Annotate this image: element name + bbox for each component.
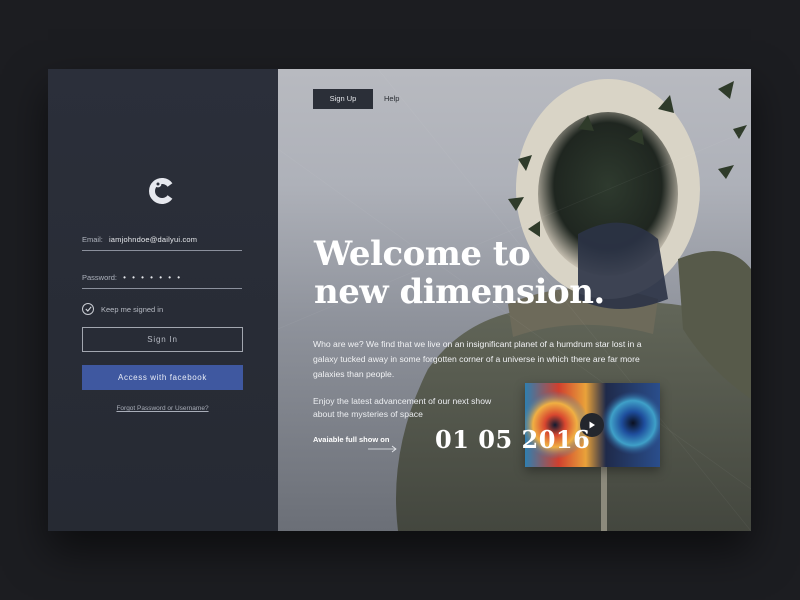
facebook-login-button[interactable]: Access with facebook bbox=[82, 365, 243, 390]
login-card: Email: iamjohndoe@dailyui.com Password: … bbox=[48, 69, 751, 531]
login-panel: Email: iamjohndoe@dailyui.com Password: … bbox=[48, 69, 278, 531]
forgot-password-link[interactable]: Forgot Password or Username? bbox=[82, 405, 243, 412]
show-date: 01 05 2016 bbox=[435, 425, 591, 454]
email-value: iamjohndoe@dailyui.com bbox=[108, 235, 198, 244]
available-show-link[interactable]: Avaiable full show on bbox=[313, 435, 389, 444]
intro-paragraph: Who are we? We find that we live on an i… bbox=[313, 339, 642, 379]
sign-in-button[interactable]: Sign In bbox=[82, 327, 243, 352]
keep-signed-in-label: Keep me signed in bbox=[101, 304, 164, 314]
latest-show-text: Enjoy the latest advancement of our next… bbox=[313, 396, 492, 419]
password-label: Password: bbox=[82, 273, 118, 282]
password-value: • • • • • • • bbox=[123, 273, 183, 282]
check-icon bbox=[82, 303, 94, 315]
hero-headline: Welcome to new dimension. bbox=[314, 235, 654, 311]
arrow-right-icon bbox=[368, 445, 397, 453]
email-field[interactable]: Email: iamjohndoe@dailyui.com bbox=[82, 230, 242, 251]
email-label: Email: bbox=[82, 235, 103, 244]
password-field[interactable]: Password: • • • • • • • bbox=[82, 268, 242, 289]
sign-up-button[interactable]: Sign Up bbox=[313, 89, 373, 109]
help-link[interactable]: Help bbox=[384, 89, 399, 109]
keep-signed-in-checkbox[interactable]: Keep me signed in bbox=[82, 303, 163, 315]
headline-line-1: Welcome to bbox=[314, 234, 531, 274]
c-logo-icon bbox=[149, 178, 173, 204]
hero-panel: Sign Up Help Welcome to new dimension. W… bbox=[278, 69, 751, 531]
headline-line-2: new dimension. bbox=[314, 272, 605, 312]
